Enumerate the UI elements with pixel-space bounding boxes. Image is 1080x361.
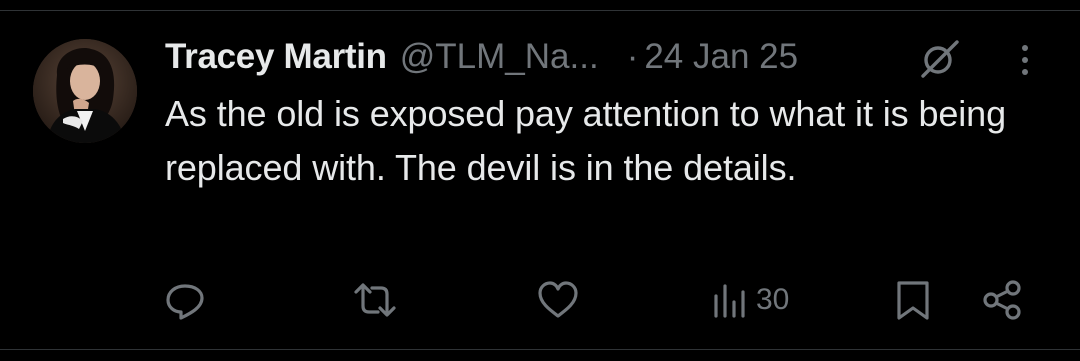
display-name[interactable]: Tracey Martin — [165, 37, 387, 77]
tweet-date[interactable]: 24 Jan 25 — [644, 37, 798, 77]
top-divider — [0, 10, 1080, 11]
views-bar-chart-icon — [714, 284, 745, 318]
avatar-photo — [33, 39, 137, 143]
tweet-card[interactable]: Tracey Martin @TLM_Na... · 24 Jan 25 As … — [0, 0, 1080, 361]
heart-icon — [538, 281, 578, 318]
separator-dot: · — [626, 37, 639, 76]
share-icon — [983, 280, 1021, 320]
user-handle[interactable]: @TLM_Na... — [400, 37, 599, 77]
bottom-divider — [0, 349, 1080, 350]
tweet-header: Tracey Martin @TLM_Na... · 24 Jan 25 — [165, 34, 798, 80]
share-button[interactable] — [980, 272, 1026, 328]
action-bar: 30 — [0, 272, 1080, 328]
retweet-icon — [354, 283, 396, 317]
more-vertical-icon[interactable] — [1010, 40, 1040, 80]
grok-icon[interactable] — [917, 38, 963, 78]
like-button[interactable] — [536, 272, 580, 328]
reply-icon — [166, 284, 204, 320]
reply-button[interactable] — [163, 272, 207, 328]
tweet-text: As the old is exposed pay attention to w… — [165, 93, 1007, 188]
views-button[interactable]: 30 — [712, 272, 789, 328]
avatar[interactable] — [33, 39, 137, 143]
retweet-button[interactable] — [352, 272, 398, 328]
views-count: 30 — [756, 283, 790, 316]
bookmark-icon — [897, 281, 929, 320]
bookmark-button[interactable] — [893, 272, 933, 328]
